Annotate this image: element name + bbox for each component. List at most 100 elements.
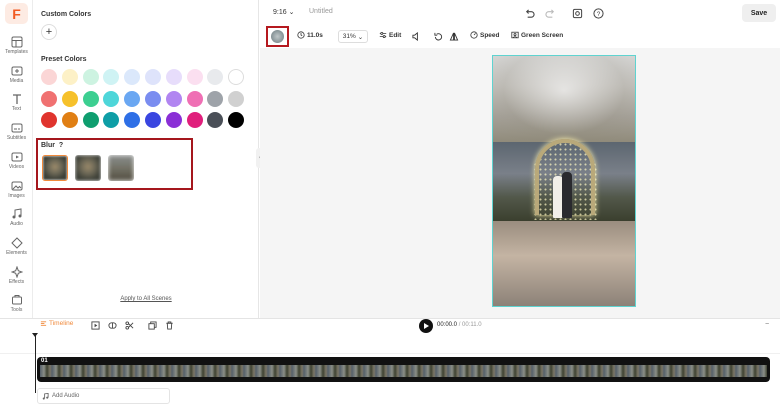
- speed-icon: [470, 31, 478, 39]
- rail-item-audio[interactable]: Audio: [0, 208, 33, 227]
- color-swatch[interactable]: [124, 90, 141, 107]
- elements-icon: [10, 237, 23, 249]
- clock-icon: [297, 31, 305, 39]
- blur-option-1[interactable]: [42, 155, 68, 181]
- color-swatch[interactable]: [186, 90, 203, 107]
- timeline-zoom-out[interactable]: −: [765, 321, 769, 328]
- trash-icon[interactable]: [165, 321, 174, 330]
- color-swatch[interactable]: [145, 112, 161, 128]
- blur-glow: [493, 56, 635, 142]
- play-button[interactable]: [419, 319, 433, 333]
- rotate-icon[interactable]: [434, 32, 443, 41]
- project-title[interactable]: Untitled: [309, 8, 333, 15]
- zoom-value: 31%: [342, 33, 356, 40]
- add-custom-color-button[interactable]: +: [41, 24, 57, 40]
- timeline-ruler[interactable]: [0, 336, 780, 354]
- blur-option-3[interactable]: [108, 155, 134, 181]
- apply-to-all-scenes-link[interactable]: Apply to All Scenes: [33, 296, 259, 302]
- color-swatch[interactable]: [82, 112, 99, 128]
- app-logo[interactable]: F: [5, 3, 28, 24]
- timeline-toggle[interactable]: Timeline: [40, 320, 73, 327]
- scissors-icon[interactable]: [125, 321, 134, 330]
- music-note-icon: [42, 392, 49, 400]
- time-display: 00:00.0 / 00:11.0: [437, 322, 482, 328]
- rail-item-label: Media: [9, 77, 24, 84]
- video-track-clip[interactable]: 01: [37, 357, 770, 382]
- plus-icon: +: [45, 26, 53, 38]
- clip-number: 01: [41, 358, 48, 364]
- color-swatch[interactable]: [165, 112, 182, 128]
- blur-option-2[interactable]: [75, 155, 101, 181]
- green-screen-button[interactable]: Green Screen: [511, 31, 563, 39]
- color-swatch[interactable]: [61, 69, 78, 85]
- chevron-down-icon: ⌄: [288, 9, 295, 16]
- redo-icon[interactable]: [545, 8, 556, 19]
- save-button[interactable]: Save: [742, 4, 776, 22]
- tools-icon: [11, 295, 22, 305]
- current-time: 00:00.0: [437, 322, 458, 328]
- color-swatch[interactable]: [41, 112, 57, 128]
- rail-item-videos[interactable]: Videos: [0, 151, 33, 170]
- images-icon: [11, 181, 22, 190]
- duplicate-icon[interactable]: [148, 321, 157, 330]
- color-swatch[interactable]: [186, 69, 203, 85]
- video-preview[interactable]: [492, 55, 636, 307]
- duration-button[interactable]: 11.0s: [297, 31, 323, 39]
- chevron-down-icon: ⌄: [357, 33, 364, 41]
- edit-button[interactable]: Edit: [379, 31, 401, 39]
- blur-label: Blur: [41, 142, 55, 149]
- color-swatch[interactable]: [41, 69, 57, 85]
- color-swatch[interactable]: [165, 69, 182, 85]
- rail-item-images[interactable]: Images: [0, 180, 33, 199]
- blurred-background-bottom: [493, 221, 635, 306]
- help-icon[interactable]: ?: [59, 142, 63, 149]
- flip-icon[interactable]: [449, 32, 459, 41]
- color-swatch[interactable]: [82, 90, 99, 107]
- split-view-icon[interactable]: [108, 321, 117, 330]
- color-swatch[interactable]: [145, 69, 161, 85]
- groom-figure: [562, 172, 572, 218]
- color-swatch[interactable]: [82, 69, 99, 85]
- rail-item-media[interactable]: Media: [0, 65, 33, 84]
- color-swatch[interactable]: [228, 90, 245, 107]
- rail-item-label: Elements: [6, 249, 27, 256]
- rail-item-label: Text: [11, 106, 22, 113]
- add-clip-icon[interactable]: [91, 321, 100, 330]
- playhead[interactable]: [32, 333, 38, 393]
- blur-heading: Blur ?: [41, 142, 63, 149]
- left-rail: F Templates Media Text Subtitles Videos Image…: [0, 0, 33, 318]
- color-swatch[interactable]: [41, 90, 57, 107]
- color-swatch[interactable]: [103, 90, 120, 107]
- undo-icon[interactable]: [524, 8, 535, 19]
- rail-item-label: Subtitles: [6, 135, 27, 142]
- rail-item-elements[interactable]: Elements: [0, 237, 33, 256]
- audio-icon: [12, 208, 21, 219]
- color-swatch[interactable]: [145, 90, 161, 107]
- color-swatch[interactable]: [186, 112, 203, 128]
- custom-colors-heading: Custom Colors: [41, 11, 92, 18]
- color-swatch[interactable]: [61, 90, 78, 107]
- volume-icon[interactable]: [412, 32, 421, 41]
- help-circle-icon[interactable]: ?: [593, 8, 604, 19]
- color-swatch[interactable]: [165, 90, 182, 107]
- add-audio-button[interactable]: Add Audio: [37, 388, 170, 404]
- rail-item-tools[interactable]: Tools: [0, 294, 33, 313]
- zoom-dropdown[interactable]: 31% ⌄: [338, 30, 368, 43]
- sliders-icon: [379, 31, 387, 39]
- timeline-controls: [0, 318, 780, 336]
- rail-item-label: Effects: [8, 278, 25, 285]
- color-swatch[interactable]: [207, 90, 224, 107]
- duration-value: 11.0s: [307, 31, 323, 39]
- green-screen-label: Green Screen: [521, 31, 564, 39]
- aspect-ratio-dropdown[interactable]: 9:16 ⌄: [273, 8, 294, 16]
- effects-icon: [10, 265, 23, 278]
- rail-item-label: Videos: [8, 163, 25, 170]
- background-selector-button[interactable]: [266, 26, 289, 47]
- rail-item-effects[interactable]: Effects: [0, 265, 33, 285]
- speed-button[interactable]: Speed: [470, 31, 500, 39]
- rail-item-text[interactable]: Text: [0, 93, 33, 112]
- color-swatch[interactable]: [61, 112, 78, 128]
- rail-item-templates[interactable]: Templates: [0, 36, 33, 55]
- rail-item-subtitles[interactable]: Subtitles: [0, 122, 33, 141]
- screenshot-icon[interactable]: [572, 8, 583, 19]
